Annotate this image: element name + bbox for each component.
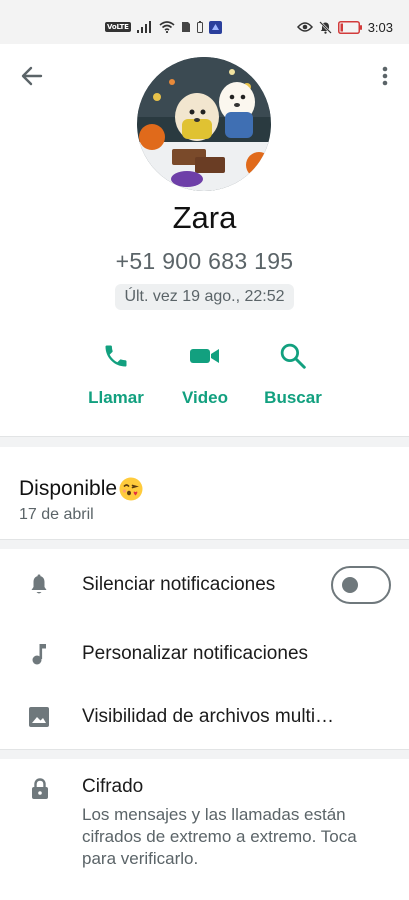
call-label: Llamar (88, 388, 144, 407)
search-label: Buscar (264, 388, 322, 407)
status-icons-right: 3:03 (296, 19, 393, 35)
arrow-left-icon (21, 66, 43, 86)
phone-icon (105, 345, 127, 367)
mute-notifications-label: Silenciar notificaciones (82, 574, 276, 595)
contact-phone: +51 900 683 195 (115, 248, 294, 274)
media-visibility-row[interactable]: Visibilidad de archivos multi… (0, 690, 409, 744)
status-icons-left: VoLTE (105, 20, 222, 34)
mute-notifications-toggle[interactable] (331, 566, 391, 604)
wifi-icon (159, 21, 175, 33)
signal-icon (136, 21, 151, 33)
last-seen-badge: Últ. vez 19 ago., 22:52 (115, 284, 294, 310)
music-note-icon (32, 644, 46, 665)
image-icon (29, 707, 49, 727)
bell-icon (31, 574, 47, 594)
contact-actions: Llamar Video Buscar (0, 338, 409, 418)
eye-icon (296, 22, 313, 32)
search-icon (280, 343, 306, 369)
app-notification-icon (208, 20, 222, 34)
video-label: Video (182, 388, 228, 407)
battery-low-icon (337, 20, 362, 34)
section-separator (0, 750, 409, 759)
media-visibility-label: Visibilidad de archivos multi… (82, 706, 335, 727)
sim-card-icon (181, 22, 190, 32)
bell-off-icon (318, 20, 332, 34)
lock-icon (32, 778, 48, 799)
about-date: 17 de abril (19, 506, 94, 523)
about-status-text: Disponible (19, 477, 118, 500)
video-call-button[interactable]: Video (160, 338, 250, 408)
more-vertical-icon (382, 66, 388, 86)
section-separator (0, 540, 409, 549)
contact-name: Zara (172, 200, 237, 235)
about-status[interactable]: Disponible (19, 476, 144, 502)
avatar[interactable] (137, 57, 271, 191)
back-button[interactable] (14, 62, 50, 90)
battery-saver-icon (196, 21, 203, 33)
face-blowing-kiss-emoji (119, 477, 143, 501)
search-button[interactable]: Buscar (248, 338, 338, 408)
volte-badge: VoLTE (105, 22, 131, 32)
toggle-knob (342, 577, 358, 593)
custom-notifications-row[interactable]: Personalizar notificaciones (0, 627, 409, 681)
profile-photo (137, 57, 271, 191)
custom-notifications-label: Personalizar notificaciones (82, 643, 309, 664)
more-options-button[interactable] (373, 60, 397, 92)
call-button[interactable]: Llamar (71, 338, 161, 408)
clock: 3:03 (367, 19, 393, 35)
last-seen-container: Últ. vez 19 ago., 22:52 (0, 284, 409, 310)
section-separator (0, 437, 409, 447)
video-camera-icon (190, 349, 219, 363)
encryption-title: Cifrado (82, 776, 144, 797)
status-bar: VoLTE 3:03 (0, 0, 409, 44)
encryption-description: Los mensajes y las llamadas están cifrad… (82, 805, 357, 868)
